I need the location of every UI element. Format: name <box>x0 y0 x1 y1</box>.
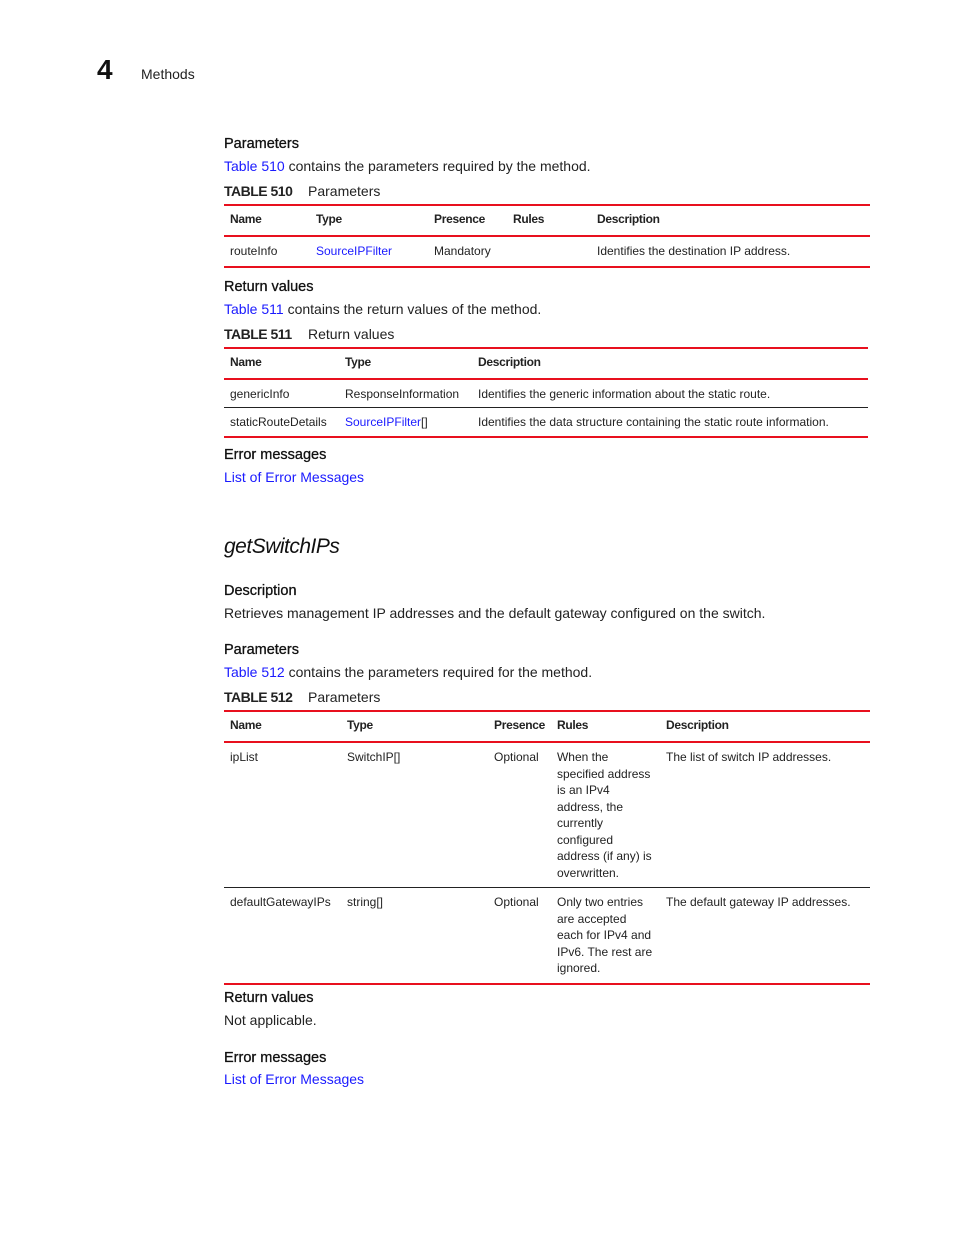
cell-name: genericInfo <box>230 387 290 401</box>
cell-name: routeInfo <box>230 244 278 258</box>
type-suffix: [] <box>421 414 428 429</box>
col-name: Name <box>230 212 262 226</box>
cell-name: defaultGatewayIPs <box>230 895 331 909</box>
error-messages-link-wrap: List of Error Messages <box>224 1071 364 1087</box>
table-510: Name Type Presence Rules Description rou… <box>224 204 870 268</box>
return-values-heading: Return values <box>224 279 314 295</box>
col-description: Description <box>665 718 729 732</box>
table-row: staticRouteDetails SourceIPFilter[] Iden… <box>224 407 868 437</box>
table-512-link[interactable]: Table 512 <box>224 664 285 680</box>
cell-rules <box>507 236 591 267</box>
table-511: Name Type Description genericInfo Respon… <box>224 347 868 438</box>
chapter-title: Methods <box>141 66 195 82</box>
table-caption-text: Parameters <box>308 689 381 705</box>
col-type: Type <box>345 355 371 369</box>
table-510-link[interactable]: Table 510 <box>224 158 285 174</box>
parameters-heading: Parameters <box>224 136 299 152</box>
cell-description: The list of switch IP addresses. <box>665 750 832 764</box>
cell-type: ResponseInformation <box>345 387 460 401</box>
error-messages-link[interactable]: List of Error Messages <box>224 1071 364 1087</box>
type-link[interactable]: SourceIPFilter <box>316 244 392 258</box>
table-caption-text: Return values <box>308 326 395 342</box>
cell-type: SwitchIP[] <box>347 750 401 764</box>
cell-description: The default gateway IP addresses. <box>665 895 851 909</box>
cell-type: SourceIPFilter[] <box>339 407 472 437</box>
table-512-caption: TABLE 512 Parameters <box>224 689 380 705</box>
table-510-caption: TABLE 510 Parameters <box>224 183 380 199</box>
col-presence: Presence <box>434 212 485 226</box>
table-512: Name Type Presence Rules Description ipL… <box>224 710 870 985</box>
cell-presence: Mandatory <box>434 244 491 258</box>
cell-name: staticRouteDetails <box>230 414 327 429</box>
table-label: TABLE 510 <box>224 183 293 199</box>
table-row: routeInfo SourceIPFilter Mandatory Ident… <box>224 236 870 267</box>
table-label: TABLE 511 <box>224 326 292 342</box>
error-messages-link-wrap: List of Error Messages <box>224 469 364 485</box>
table-row: defaultGatewayIPs string[] Optional Only… <box>224 888 870 984</box>
table-511-caption: TABLE 511 Return values <box>224 326 394 342</box>
cell-presence: Optional <box>494 750 539 764</box>
cell-rules: Only two entries are accepted each for I… <box>556 895 653 975</box>
error-messages-link[interactable]: List of Error Messages <box>224 469 364 485</box>
table-header-row: Name Type Presence Rules Description <box>224 205 870 236</box>
cell-type: string[] <box>347 895 384 909</box>
col-type: Type <box>347 718 373 732</box>
table-header-row: Name Type Description <box>224 348 868 379</box>
chapter-number: 4 <box>97 54 113 85</box>
return-values-intro: Table 511 contains the return values of … <box>224 301 541 317</box>
parameters-intro: Table 510 contains the parameters requir… <box>224 158 591 174</box>
method-title: getSwitchIPs <box>224 535 340 558</box>
table-caption-text: Parameters <box>308 183 381 199</box>
table-row: ipList SwitchIP[] Optional When the spec… <box>224 742 870 888</box>
cell-rules: When the specified address is an IPv4 ad… <box>556 750 652 880</box>
col-description: Description <box>597 212 660 226</box>
col-rules: Rules <box>513 212 545 226</box>
return-intro-text: contains the return values of the method… <box>283 301 542 317</box>
return-values-heading: Return values <box>224 990 314 1006</box>
col-description: Description <box>478 355 541 369</box>
error-messages-heading: Error messages <box>224 1050 327 1066</box>
parameters-intro: Table 512 contains the parameters requir… <box>224 664 592 680</box>
cell-presence: Optional <box>494 895 539 909</box>
col-type: Type <box>316 212 342 226</box>
parameters-intro-text: contains the parameters required for the… <box>284 664 593 680</box>
parameters-intro-text: contains the parameters required by the … <box>284 158 591 174</box>
col-presence: Presence <box>494 718 545 732</box>
cell-name: ipList <box>230 750 259 764</box>
table-511-link[interactable]: Table 511 <box>224 301 284 317</box>
table-row: genericInfo ResponseInformation Identifi… <box>224 379 868 407</box>
table-label: TABLE 512 <box>224 689 293 705</box>
cell-description: Identifies the destination IP address. <box>597 244 791 258</box>
type-link[interactable]: SourceIPFilter <box>345 415 421 429</box>
col-name: Name <box>230 355 262 369</box>
error-messages-heading: Error messages <box>224 447 327 463</box>
description-text: Retrieves management IP addresses and th… <box>224 605 766 621</box>
cell-type: SourceIPFilter <box>310 236 428 267</box>
cell-description: Identifies the data structure containing… <box>478 414 829 429</box>
table-header-row: Name Type Presence Rules Description <box>224 711 870 742</box>
return-values-text: Not applicable. <box>224 1012 317 1028</box>
cell-description: Identifies the generic information about… <box>478 387 771 401</box>
col-name: Name <box>230 718 262 732</box>
col-rules: Rules <box>556 718 589 732</box>
parameters-heading: Parameters <box>224 642 299 658</box>
description-heading: Description <box>224 583 297 599</box>
